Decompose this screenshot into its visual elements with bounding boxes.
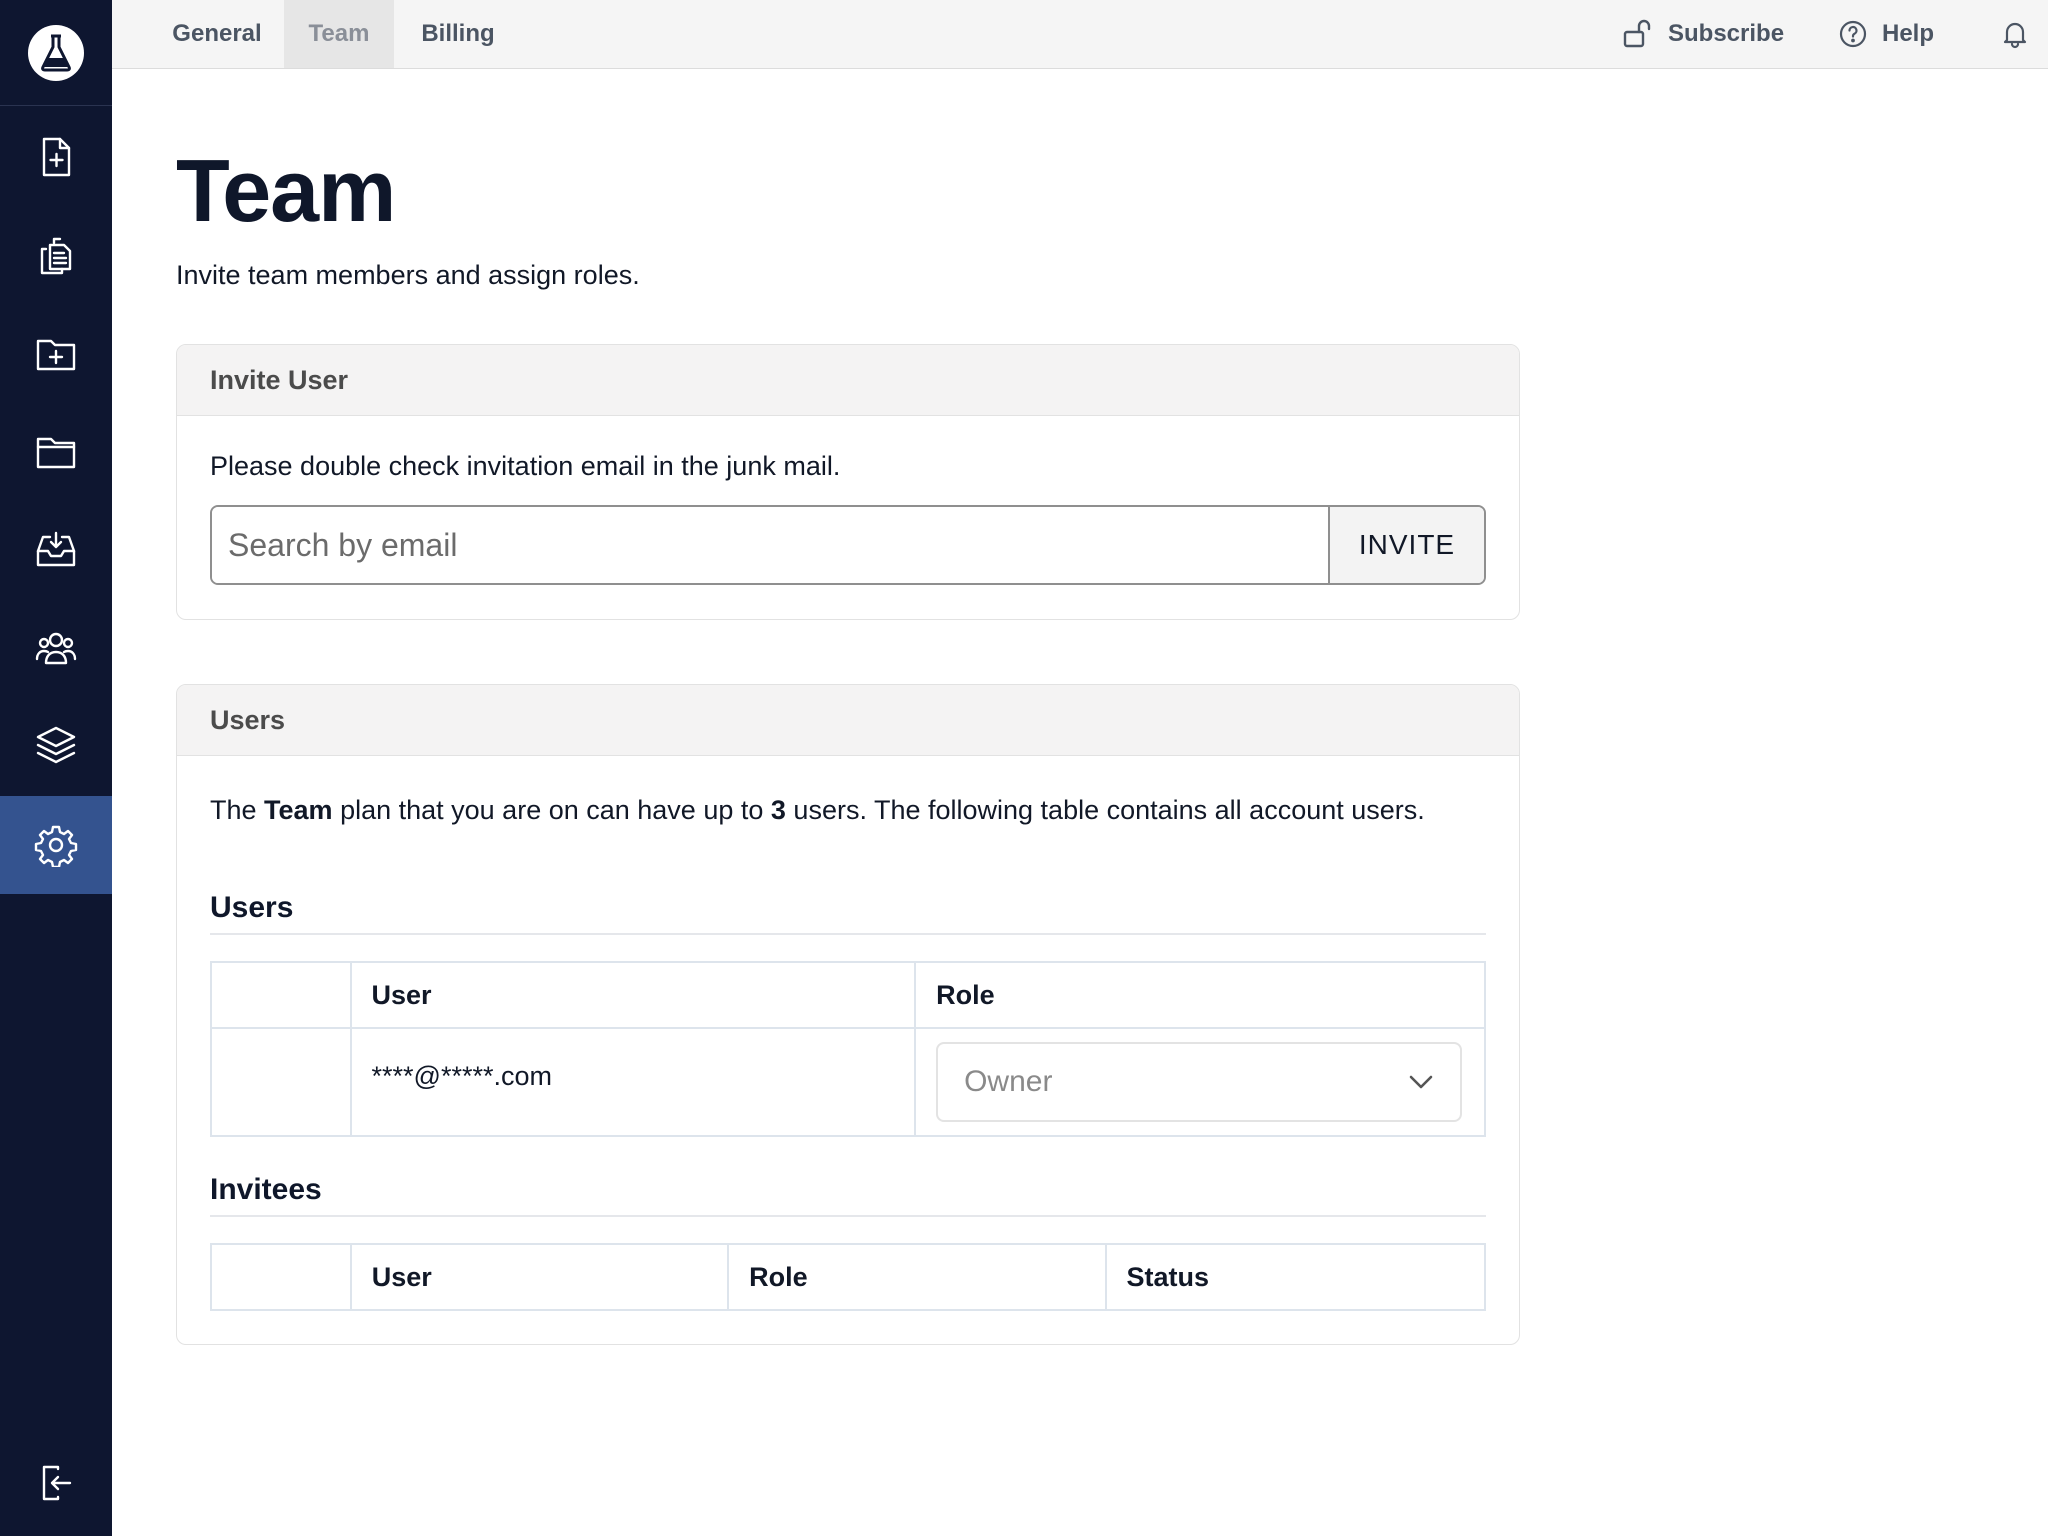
users-card-header: Users [177,685,1519,756]
layers-icon [36,726,76,764]
page-title: Team [176,141,396,240]
logout-icon [42,1465,72,1501]
unlock-icon [1623,19,1651,48]
column-header-role: Role [727,1243,1107,1311]
invitees-section-heading: Invitees [210,1173,1486,1217]
sidebar [0,0,112,1536]
users-table-header: User Role [210,961,1486,1029]
users-card: Users The Team plan that you are on can … [176,684,1520,1345]
chevron-down-icon [1409,1075,1433,1089]
column-header-user: User [349,1243,730,1311]
logo[interactable] [0,0,112,106]
subscribe-label: Subscribe [1668,20,1785,47]
sidebar-item-layers[interactable] [0,696,112,794]
folder-icon [36,437,76,469]
column-header-status: Status [1104,1243,1487,1311]
column-header [210,1243,352,1311]
users-section-heading: Users [210,891,1486,935]
inbox-download-icon [36,531,76,567]
sidebar-item-inbox[interactable] [0,500,112,598]
invitees-table-header: User Role Status [210,1243,1487,1311]
plan-name: Team [264,795,333,825]
bell-icon [2003,22,2027,49]
sidebar-item-settings[interactable] [0,796,112,894]
file-plus-icon [42,137,71,177]
help-button[interactable]: Help [1838,0,1934,68]
plan-description: The Team plan that you are on can have u… [210,795,1425,825]
table-row: ****@*****.com Owner [210,1027,1486,1137]
sidebar-item-folders[interactable] [0,402,112,500]
notifications-button[interactable] [2000,0,2044,68]
team-users-icon [35,632,77,665]
column-header [210,961,352,1029]
tab-billing[interactable]: Billing [394,0,522,68]
invite-card-header: Invite User [177,345,1519,416]
help-icon [1839,20,1867,48]
sidebar-item-new-document[interactable] [0,108,112,206]
user-limit: 3 [770,795,786,825]
page-subtitle: Invite team members and assign roles. [176,260,640,290]
topbar: General Team Billing Subscribe Help [112,0,2048,69]
folder-plus-icon [36,339,76,371]
email-search-input[interactable] [212,507,1328,583]
clipboard-copy-icon [40,237,72,275]
tab-team[interactable]: Team [284,0,394,68]
sidebar-item-team[interactable] [0,598,112,696]
sidebar-item-new-folder[interactable] [0,304,112,402]
column-header-user: User [349,961,917,1029]
gear-icon [34,825,78,867]
invite-note: Please double check invitation email in … [210,451,841,481]
role-select[interactable]: Owner [936,1042,1463,1122]
user-email-cell: ****@*****.com [349,1027,917,1137]
subscribe-button[interactable]: Subscribe [1622,0,1784,68]
tab-general[interactable]: General [150,0,284,68]
invite-input-group: INVITE [210,505,1486,585]
sidebar-item-logout[interactable] [0,1434,112,1532]
role-cell: Owner [914,1027,1486,1137]
role-select-value: Owner [964,1065,1053,1098]
flask-logo-icon [28,24,84,81]
row-action-cell [210,1027,352,1137]
user-email: ****@*****.com [371,1060,553,1091]
invite-user-card: Invite User Please double check invitati… [176,344,1520,620]
sidebar-item-copy[interactable] [0,206,112,304]
invitees-table: User Role Status [210,1243,1487,1311]
users-table: User Role ****@*****.com Owner [210,961,1486,1137]
help-label: Help [1882,20,1935,47]
column-header-role: Role [914,961,1486,1029]
invite-button[interactable]: INVITE [1328,507,1484,583]
